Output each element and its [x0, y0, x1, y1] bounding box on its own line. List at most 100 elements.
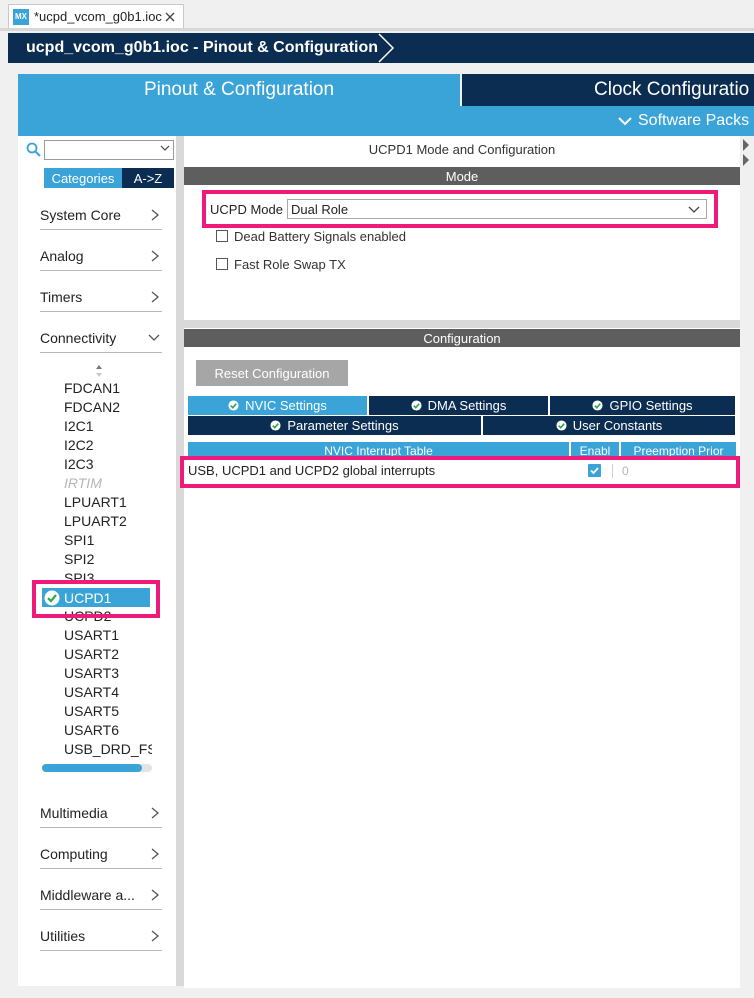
peripheral-usart6[interactable]: USART6	[64, 721, 119, 740]
category-connectivity[interactable]: Connectivity	[40, 323, 162, 353]
software-packs-button[interactable]: Software Packs	[618, 106, 749, 136]
tab-label: User Constants	[572, 418, 663, 433]
peripheral-usart4[interactable]: USART4	[64, 683, 119, 702]
tab-categories[interactable]: Categories	[44, 168, 122, 188]
sort-tabs: Categories A->Z	[44, 168, 174, 188]
tab-a-to-z[interactable]: A->Z	[122, 168, 174, 188]
peripheral-i2c1[interactable]: I2C1	[64, 417, 94, 436]
fast-role-swap-checkbox[interactable]	[216, 258, 228, 270]
peripheral-lpuart1[interactable]: LPUART1	[64, 493, 127, 512]
peripheral-ucpd1[interactable]: UCPD1	[42, 588, 150, 607]
ucpd-mode-row: UCPD Mode Dual Role	[210, 198, 707, 220]
sidebar-splitter[interactable]	[176, 136, 184, 986]
fast-role-swap-label: Fast Role Swap TX	[234, 256, 346, 272]
editor-tab[interactable]: MX *ucpd_vcom_g0b1.ioc	[8, 4, 184, 28]
chevron-right-icon	[151, 889, 160, 900]
tab-dma-settings[interactable]: DMA Settings	[369, 396, 549, 415]
peripheral-usb-drd-fs[interactable]: USB_DRD_FS	[64, 740, 152, 759]
ucpd-mode-value: Dual Role	[290, 201, 349, 217]
peripheral-spi2[interactable]: SPI2	[64, 550, 94, 569]
tab-parameter-settings[interactable]: Parameter Settings	[188, 416, 482, 435]
tab-pinout-configuration[interactable]: Pinout & Configuration	[18, 74, 460, 106]
check-circle-icon	[270, 420, 281, 431]
peripheral-lpuart2[interactable]: LPUART2	[64, 512, 127, 531]
scroll-up-icon[interactable]	[95, 364, 103, 378]
tab-user-constants[interactable]: User Constants	[483, 416, 736, 435]
category-label: Multimedia	[40, 804, 108, 821]
chevron-right-icon	[151, 209, 160, 220]
chevron-down-icon	[618, 117, 632, 126]
software-packs-label: Software Packs	[638, 112, 750, 129]
category-utilities[interactable]: Utilities	[40, 921, 162, 951]
scrollbar-thumb[interactable]	[42, 764, 142, 772]
close-icon[interactable]	[163, 10, 177, 24]
breadcrumb-item[interactable]: ucpd_vcom_g0b1.ioc - Pinout & Configurat…	[8, 33, 392, 63]
check-circle-icon	[411, 400, 422, 411]
peripheral-spi3[interactable]: SPI3	[64, 569, 94, 588]
ucpd-mode-select[interactable]: Dual Role	[286, 199, 707, 219]
tab-gpio-settings[interactable]: GPIO Settings	[550, 396, 736, 415]
tab-label: DMA Settings	[427, 398, 507, 413]
category-label: Computing	[40, 845, 108, 862]
chevron-right-icon	[151, 807, 160, 818]
breadcrumb: ucpd_vcom_g0b1.ioc - Pinout & Configurat…	[8, 33, 754, 63]
tab-clock-configuration[interactable]: Clock Configuratio	[462, 74, 754, 106]
category-label: Analog	[40, 247, 84, 264]
configuration-section-header: Configuration	[184, 329, 740, 347]
peripheral-usart1[interactable]: USART1	[64, 626, 119, 645]
category-middleware[interactable]: Middleware a...	[40, 880, 162, 910]
preemption-priority[interactable]: 0	[622, 462, 629, 480]
search-icon	[26, 142, 41, 157]
column-header-enabled[interactable]: Enabl	[571, 442, 619, 458]
peripheral-fdcan2[interactable]: FDCAN2	[64, 398, 120, 417]
dead-battery-option[interactable]: Dead Battery Signals enabled	[216, 227, 406, 245]
reset-configuration-button[interactable]: Reset Configuration	[196, 360, 348, 386]
category-multimedia[interactable]: Multimedia	[40, 798, 162, 828]
peripheral-usart2[interactable]: USART2	[64, 645, 119, 664]
column-header-priority[interactable]: Preemption Prior	[621, 442, 736, 458]
table-row[interactable]: USB, UCPD1 and UCPD2 global interrupts 0	[184, 462, 736, 480]
peripheral-fdcan1[interactable]: FDCAN1	[64, 379, 120, 398]
scroll-right-icon[interactable]	[740, 136, 754, 166]
column-header-interrupt[interactable]: NVIC Interrupt Table	[188, 442, 569, 458]
right-scroll-strip	[740, 136, 754, 986]
peripheral-i2c3[interactable]: I2C3	[64, 455, 94, 474]
column-divider	[612, 464, 613, 478]
fast-role-swap-option[interactable]: Fast Role Swap TX	[216, 255, 346, 273]
category-timers[interactable]: Timers	[40, 282, 162, 312]
configuration-panel: Configuration Reset Configuration NVIC S…	[184, 328, 740, 988]
category-label: Timers	[40, 288, 83, 305]
ucpd-mode-label: UCPD Mode	[210, 201, 283, 217]
peripheral-usart5[interactable]: USART5	[64, 702, 119, 721]
panel-title: UCPD1 Mode and Configuration	[368, 142, 556, 157]
category-analog[interactable]: Analog	[40, 241, 162, 271]
chevron-right-icon	[151, 848, 160, 859]
category-computing[interactable]: Computing	[40, 839, 162, 869]
peripheral-i2c2[interactable]: I2C2	[64, 436, 94, 455]
chevron-right-icon	[151, 250, 160, 261]
panel-splitter[interactable]	[184, 320, 740, 328]
peripheral-usart3[interactable]: USART3	[64, 664, 119, 683]
tab-label: NVIC Settings	[245, 398, 327, 413]
check-circle-icon	[592, 400, 603, 411]
software-packs-bar: Software Packs	[18, 106, 754, 136]
peripheral-spi1[interactable]: SPI1	[64, 531, 94, 550]
peripheral-label: UCPD1	[64, 589, 112, 606]
dead-battery-checkbox[interactable]	[216, 230, 228, 242]
check-circle-icon	[228, 400, 239, 411]
peripheral-ucpd2[interactable]: UCPD2	[64, 607, 111, 626]
horizontal-scrollbar[interactable]	[42, 764, 152, 772]
tab-nvic-settings[interactable]: NVIC Settings	[188, 396, 368, 415]
mode-section-header: Mode	[184, 167, 740, 185]
category-system-core[interactable]: System Core	[40, 200, 162, 230]
main-tab-strip: Pinout & Configuration Clock Configurati…	[18, 74, 754, 106]
category-label: Connectivity	[40, 329, 117, 346]
search-input[interactable]	[44, 140, 174, 160]
chevron-right-icon	[151, 291, 160, 302]
check-circle-icon	[556, 420, 567, 431]
interrupt-enabled-checkbox[interactable]	[588, 464, 601, 477]
mode-panel: UCPD1 Mode and Configuration Mode UCPD M…	[184, 136, 740, 320]
search-row	[24, 140, 174, 160]
breadcrumb-arrow-icon	[378, 33, 395, 63]
chevron-down-icon	[148, 334, 160, 341]
